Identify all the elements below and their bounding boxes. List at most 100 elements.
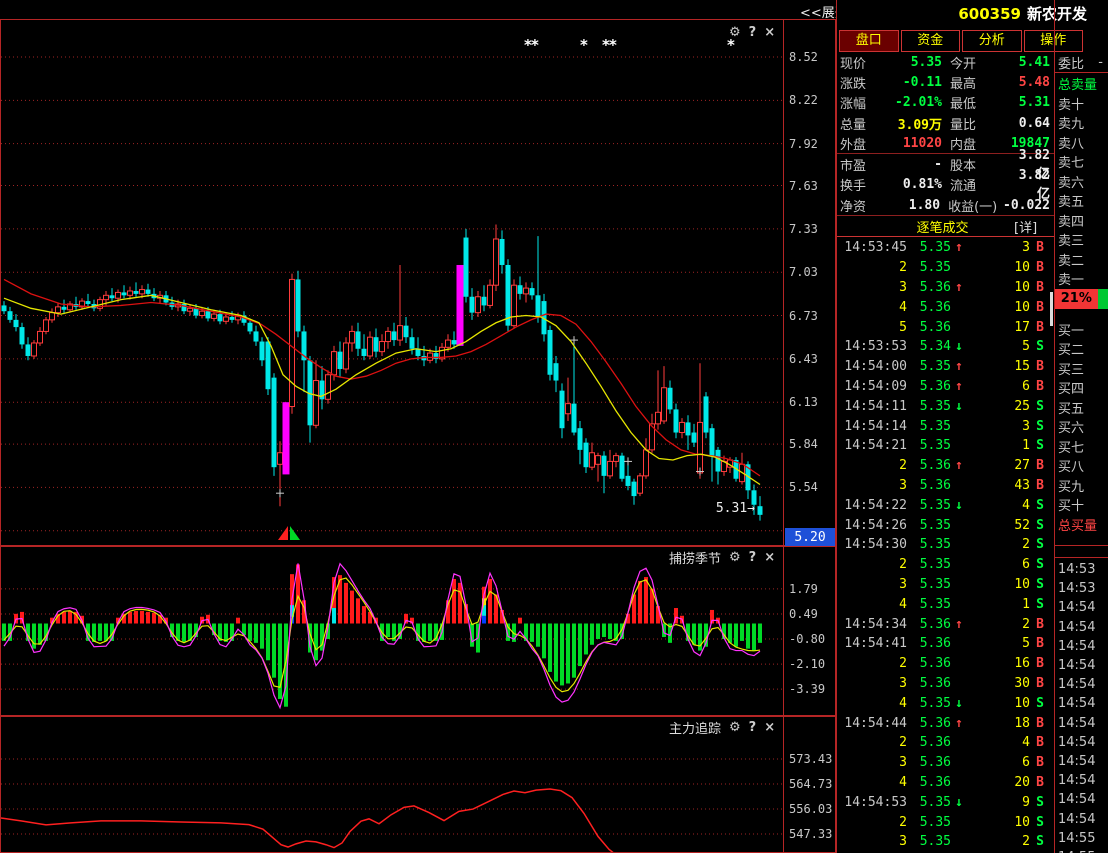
gear-icon[interactable]: ⚙ bbox=[729, 550, 741, 565]
tab-资金[interactable]: 资金 bbox=[901, 30, 961, 52]
tick-cell: B bbox=[1030, 716, 1054, 731]
tick-detail-link[interactable]: [详] bbox=[1014, 217, 1054, 236]
tick-cell: B bbox=[1030, 676, 1054, 691]
tick-row: 35.3643B bbox=[837, 476, 1054, 496]
sell-level-label: 卖六 bbox=[1055, 172, 1108, 192]
tick-cell: 5 bbox=[967, 339, 1030, 354]
season-indicator-panel: 1.790.49-0.80-2.10-3.39 捕捞季节 ⚙ ? × bbox=[0, 546, 836, 716]
tick-cell: 14:54:22 bbox=[837, 498, 907, 513]
sell-level-label: 卖七 bbox=[1055, 152, 1108, 172]
close-icon[interactable]: × bbox=[764, 720, 775, 735]
quote-tabs: 盘口资金分析操作 bbox=[839, 30, 1083, 52]
tick-cell: ↑ bbox=[951, 458, 967, 473]
tick-cell: 3 bbox=[837, 577, 907, 592]
tick-cell: 14:54:14 bbox=[837, 419, 907, 434]
quote-row: 换手0.81%流通3.82亿 bbox=[837, 175, 1054, 195]
quote-value: 0.64 bbox=[1006, 116, 1054, 131]
help-icon[interactable]: ? bbox=[749, 720, 757, 735]
tick-cell: 30 bbox=[967, 676, 1030, 691]
tick-cell: 1 bbox=[967, 438, 1030, 453]
tick-cell: S bbox=[1030, 795, 1054, 810]
tick-row: 25.364B bbox=[837, 733, 1054, 753]
tick-row: 35.352S bbox=[837, 832, 1054, 852]
tick-cell: S bbox=[1030, 597, 1054, 612]
tracker-axis-label: 547.33 bbox=[789, 827, 835, 841]
tick-row: 14:54:215.351S bbox=[837, 436, 1054, 456]
tick-cell: ↑ bbox=[951, 716, 967, 731]
quote-row: 总量3.09万量比0.64 bbox=[837, 113, 1054, 133]
tick-cell: 5.35 bbox=[907, 240, 951, 255]
event-star-icon: * bbox=[609, 36, 617, 54]
tick-row: 14:54:115.35↓25S bbox=[837, 396, 1054, 416]
time-row: 14:54 bbox=[1055, 656, 1108, 675]
time-row: 14:54 bbox=[1055, 733, 1108, 752]
tick-row: 14:54:225.35↓4S bbox=[837, 495, 1054, 515]
tick-row: 25.36↑27B bbox=[837, 456, 1054, 476]
tick-cell: 10 bbox=[967, 300, 1030, 315]
tick-cell: B bbox=[1030, 260, 1054, 275]
tick-cell: 5.36 bbox=[907, 735, 951, 750]
tracker-axis-label: 564.73 bbox=[789, 777, 835, 791]
tick-cell: 16 bbox=[967, 656, 1030, 671]
tick-cell: 18 bbox=[967, 716, 1030, 731]
tick-cell: 4 bbox=[967, 498, 1030, 513]
tick-cell: 2 bbox=[967, 537, 1030, 552]
quote-label: 市盈 bbox=[837, 155, 882, 174]
tick-row: 45.351S bbox=[837, 594, 1054, 614]
buy-level-label: 买四 bbox=[1055, 378, 1108, 398]
quote-label: 量比 bbox=[942, 114, 1006, 133]
tick-row: 14:54:345.36↑2B bbox=[837, 614, 1054, 634]
price-axis-label: 7.33 bbox=[789, 222, 835, 236]
tick-cell: S bbox=[1030, 399, 1054, 414]
time-row: 14:54 bbox=[1055, 598, 1108, 617]
trading-terminal: <<展开 8.528.227.927.637.337.036.736.436.1… bbox=[0, 0, 1108, 853]
stock-header: 600359新农开发 bbox=[837, 3, 1087, 24]
tick-cell: 2 bbox=[837, 815, 907, 830]
buy-level-label: 买七 bbox=[1055, 437, 1108, 457]
tick-cell: 5.36 bbox=[907, 458, 951, 473]
tick-cell: 5.36 bbox=[907, 617, 951, 632]
tick-cell: 3 bbox=[837, 676, 907, 691]
season-axis-label: -3.39 bbox=[789, 682, 835, 696]
tick-cell: 5.35 bbox=[907, 537, 951, 552]
tick-cell: 5.36 bbox=[907, 716, 951, 731]
tick-cell: S bbox=[1030, 577, 1054, 592]
close-icon[interactable]: × bbox=[764, 25, 775, 40]
gear-icon[interactable]: ⚙ bbox=[729, 720, 741, 735]
quote-label: 最低 bbox=[942, 93, 1006, 112]
tick-cell: 5.36 bbox=[907, 775, 951, 790]
tracker-axis-label: 573.43 bbox=[789, 752, 835, 766]
tick-scrollbar[interactable] bbox=[1050, 292, 1053, 326]
time-row: 14:53 bbox=[1055, 560, 1108, 579]
buy-level-label: 买八 bbox=[1055, 456, 1108, 476]
season-axis-label: 0.49 bbox=[789, 607, 835, 621]
quote-value: 1.80 bbox=[881, 198, 940, 213]
tick-cell: S bbox=[1030, 339, 1054, 354]
tick-cell: 17 bbox=[967, 320, 1030, 335]
tick-cell: 5.36 bbox=[907, 755, 951, 770]
tick-row: 55.3617B bbox=[837, 317, 1054, 337]
season-chart bbox=[1, 547, 783, 715]
price-axis-label: 5.54 bbox=[789, 480, 835, 494]
time-row: 14:54 bbox=[1055, 618, 1108, 637]
stock-code: 600359 bbox=[958, 5, 1021, 23]
tick-cell: 5.35 bbox=[907, 795, 951, 810]
kline-panel: 8.528.227.927.637.337.036.736.436.135.84… bbox=[0, 19, 836, 546]
tick-cell: 4 bbox=[837, 775, 907, 790]
tracker-panel-title: 主力追踪 bbox=[669, 718, 721, 737]
help-icon[interactable]: ? bbox=[749, 25, 757, 40]
tab-盘口[interactable]: 盘口 bbox=[839, 30, 899, 52]
time-row: 14:54 bbox=[1055, 752, 1108, 771]
tick-cell: 5.35 bbox=[907, 518, 951, 533]
tab-分析[interactable]: 分析 bbox=[962, 30, 1022, 52]
close-icon[interactable]: × bbox=[764, 550, 775, 565]
tick-cell: S bbox=[1030, 498, 1054, 513]
tick-row: 25.3510B bbox=[837, 258, 1054, 278]
quote-row: 现价5.35今开5.41 bbox=[837, 52, 1054, 72]
tick-cell: 10 bbox=[967, 577, 1030, 592]
tick-cell: 14:54:30 bbox=[837, 537, 907, 552]
tick-cell: ↑ bbox=[951, 617, 967, 632]
buy-level-label: 买十 bbox=[1055, 495, 1108, 515]
help-icon[interactable]: ? bbox=[749, 550, 757, 565]
tick-cell: 2 bbox=[837, 260, 907, 275]
